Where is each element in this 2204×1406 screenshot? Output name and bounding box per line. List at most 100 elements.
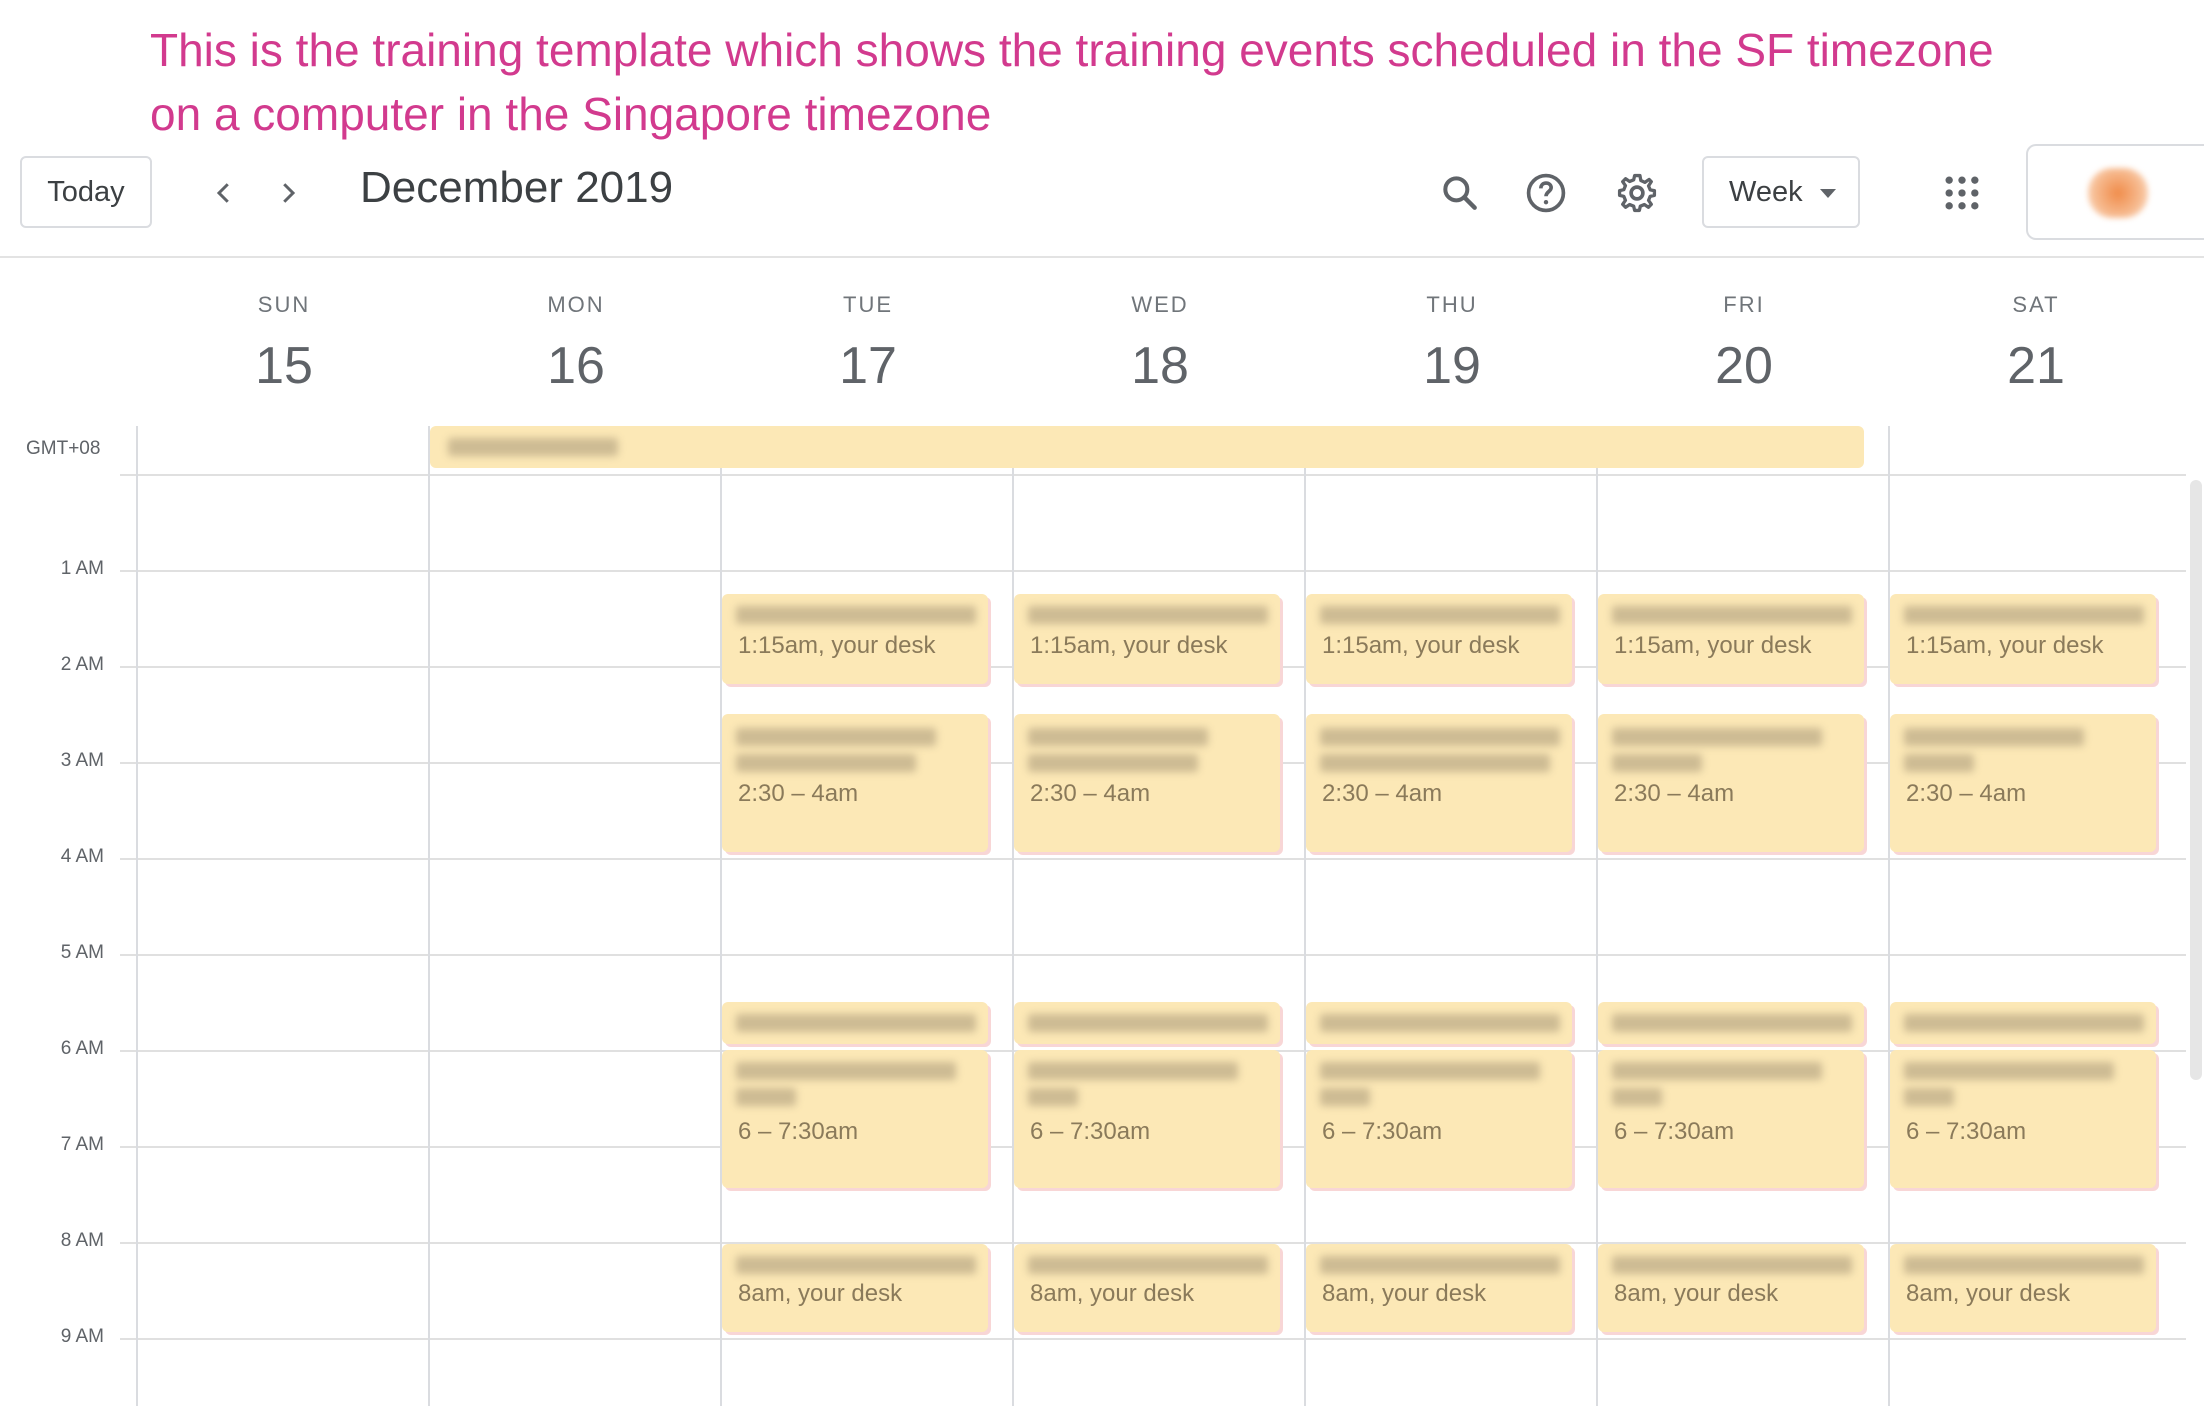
calendar-event[interactable]: 2:30 – 4am xyxy=(722,714,988,852)
event-time: 8am, your desk xyxy=(1906,1280,2071,1307)
hour-label: 1 AM xyxy=(60,558,104,579)
event-time: 2:30 – 4am xyxy=(1322,780,1443,807)
event-title-redacted xyxy=(736,754,916,772)
day-of-week: THU xyxy=(1426,292,1478,317)
calendar-event[interactable]: 6 – 7:30am xyxy=(722,1050,988,1188)
event-title-redacted xyxy=(1028,1256,1268,1274)
day-number[interactable]: 18 xyxy=(1014,336,1306,396)
calendar-event[interactable]: 2:30 – 4am xyxy=(1598,714,1864,852)
event-title-redacted xyxy=(1028,1014,1268,1032)
calendar-event[interactable]: 8am, your desk xyxy=(722,1244,988,1332)
event-title-redacted xyxy=(1612,754,1702,772)
day-header-sun[interactable]: SUN 15 xyxy=(138,292,430,396)
apps-button[interactable] xyxy=(1932,163,1992,223)
calendar-event[interactable]: 2:30 – 4am xyxy=(1014,714,1280,852)
annotation-text: This is the training template which show… xyxy=(150,18,2150,146)
calendar-event[interactable] xyxy=(722,1002,988,1044)
day-of-week: TUE xyxy=(843,292,893,317)
event-title-redacted xyxy=(736,1062,956,1080)
day-header-thu[interactable]: THU 19 xyxy=(1306,292,1598,396)
day-header-fri[interactable]: FRI 20 xyxy=(1598,292,1890,396)
calendar-event[interactable]: 6 – 7:30am xyxy=(1890,1050,2156,1188)
event-title-redacted xyxy=(1320,1088,1370,1106)
day-number[interactable]: 20 xyxy=(1598,336,1890,396)
event-time: 1:15am, your desk xyxy=(738,632,936,659)
timezone-label: GMT+08 xyxy=(26,438,101,459)
previous-week-button[interactable] xyxy=(198,167,250,219)
help-icon xyxy=(1526,173,1566,213)
calendar-event[interactable]: 8am, your desk xyxy=(1890,1244,2156,1332)
hour-label: 3 AM xyxy=(60,750,104,771)
calendar-event[interactable]: 2:30 – 4am xyxy=(1306,714,1572,852)
help-button[interactable] xyxy=(1516,163,1576,223)
event-time: 8am, your desk xyxy=(1030,1280,1195,1307)
day-number[interactable]: 21 xyxy=(1890,336,2182,396)
event-time: 2:30 – 4am xyxy=(1906,780,2027,807)
event-title-redacted xyxy=(736,606,976,624)
calendar-event[interactable] xyxy=(1306,1002,1572,1044)
calendar-event[interactable]: 8am, your desk xyxy=(1014,1244,1280,1332)
event-title-redacted xyxy=(1612,1014,1852,1032)
annotation-line-2: on a computer in the Singapore timezone xyxy=(150,88,992,140)
event-title-redacted xyxy=(1028,1062,1238,1080)
hour-label: 8 AM xyxy=(60,1230,104,1251)
day-number[interactable]: 17 xyxy=(722,336,1014,396)
event-time: 2:30 – 4am xyxy=(1030,780,1151,807)
event-title-redacted xyxy=(1028,754,1198,772)
calendar-event[interactable]: 8am, your desk xyxy=(1598,1244,1864,1332)
calendar-event[interactable]: 2:30 – 4am xyxy=(1890,714,2156,852)
all-day-event[interactable] xyxy=(430,426,1864,468)
day-header-mon[interactable]: MON 16 xyxy=(430,292,722,396)
day-number[interactable]: 16 xyxy=(430,336,722,396)
calendar-event[interactable]: 1:15am, your desk xyxy=(1890,594,2156,684)
calendar-event[interactable]: 1:15am, your desk xyxy=(722,594,988,684)
day-header-wed[interactable]: WED 18 xyxy=(1014,292,1306,396)
hour-label: 4 AM xyxy=(60,846,104,867)
scrollbar[interactable] xyxy=(2190,480,2202,1080)
annotation-line-1: This is the training template which show… xyxy=(150,24,1994,76)
calendar-event[interactable] xyxy=(1598,1002,1864,1044)
search-button[interactable] xyxy=(1430,163,1490,223)
settings-button[interactable] xyxy=(1607,163,1667,223)
event-time: 2:30 – 4am xyxy=(738,780,859,807)
event-title-redacted xyxy=(1320,1062,1540,1080)
search-icon xyxy=(1443,176,1477,210)
calendar-event[interactable]: 8am, your desk xyxy=(1306,1244,1572,1332)
day-of-week: SAT xyxy=(2012,292,2060,317)
calendar-event[interactable] xyxy=(1014,1002,1280,1044)
event-time: 6 – 7:30am xyxy=(1030,1118,1151,1145)
day-header-tue[interactable]: TUE 17 xyxy=(722,292,1014,396)
event-title-redacted xyxy=(1028,1088,1078,1106)
hour-label: 2 AM xyxy=(60,654,104,675)
chevron-left-icon xyxy=(216,183,229,203)
next-week-button[interactable] xyxy=(262,167,314,219)
event-title-redacted xyxy=(1320,728,1560,746)
calendar-event[interactable]: 1:15am, your desk xyxy=(1014,594,1280,684)
event-time: 6 – 7:30am xyxy=(738,1118,859,1145)
calendar-event[interactable]: 6 – 7:30am xyxy=(1014,1050,1280,1188)
event-title-redacted xyxy=(1612,1256,1852,1274)
event-title-redacted xyxy=(448,438,618,456)
calendar-event[interactable]: 1:15am, your desk xyxy=(1306,594,1572,684)
event-time: 1:15am, your desk xyxy=(1906,632,2104,659)
view-selector[interactable]: Week xyxy=(1702,156,1860,228)
day-number[interactable]: 19 xyxy=(1306,336,1598,396)
caret-down-icon xyxy=(1820,189,1836,198)
event-title-redacted xyxy=(1320,754,1550,772)
calendar-event[interactable]: 6 – 7:30am xyxy=(1306,1050,1572,1188)
calendar-event[interactable]: 6 – 7:30am xyxy=(1598,1050,1864,1188)
today-button[interactable]: Today xyxy=(20,156,152,228)
column-divider xyxy=(428,426,430,1406)
event-time: 8am, your desk xyxy=(738,1280,903,1307)
day-of-week: MON xyxy=(547,292,605,317)
day-number[interactable]: 15 xyxy=(138,336,430,396)
event-title-redacted xyxy=(1028,606,1268,624)
day-header-sat[interactable]: SAT 21 xyxy=(1890,292,2182,396)
calendar-event[interactable] xyxy=(1890,1002,2156,1044)
event-title-redacted xyxy=(1320,606,1560,624)
account-button[interactable] xyxy=(2026,144,2204,240)
event-title-redacted xyxy=(1904,606,2144,624)
event-title-redacted xyxy=(736,1256,976,1274)
event-time: 1:15am, your desk xyxy=(1030,632,1228,659)
calendar-event[interactable]: 1:15am, your desk xyxy=(1598,594,1864,684)
